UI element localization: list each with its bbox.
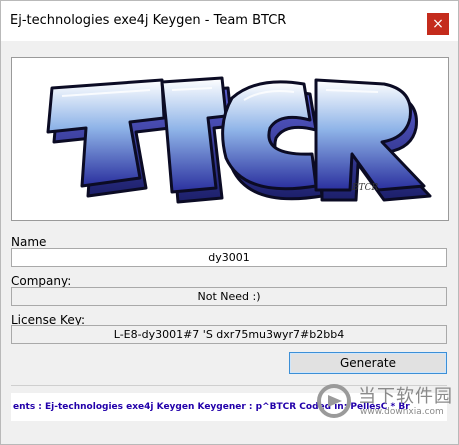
watermark-url: www.downxia.com [360, 407, 444, 417]
close-icon: × [432, 16, 444, 32]
close-button[interactable]: × [427, 13, 449, 35]
btcr-graffiti-logo: BTCR [46, 76, 432, 204]
site-watermark: 当下软件园 www.downxia.com [316, 379, 456, 424]
watermark-title: 当下软件园 [358, 386, 453, 407]
downxia-logo-icon [317, 384, 351, 418]
name-label: Name [11, 235, 47, 249]
keygen-window: Ej-technologies exe4j Keygen - Team BTCR… [0, 0, 459, 445]
window-title: Ej-technologies exe4j Keygen - Team BTCR [10, 13, 287, 28]
license-key-field[interactable]: L-E8-dy3001#7 'S dxr75mu3wyr7#b2bb4 [11, 325, 447, 344]
name-input[interactable]: dy3001 [11, 248, 447, 267]
graffiti-signature: BTCR [351, 183, 379, 193]
title-bar[interactable]: Ej-technologies exe4j Keygen - Team BTCR… [1, 1, 458, 41]
company-label: Company: [11, 274, 72, 288]
btcr-banner: BTCR [11, 57, 449, 221]
company-field[interactable]: Not Need :) [11, 287, 447, 306]
generate-button[interactable]: Generate [289, 352, 447, 374]
